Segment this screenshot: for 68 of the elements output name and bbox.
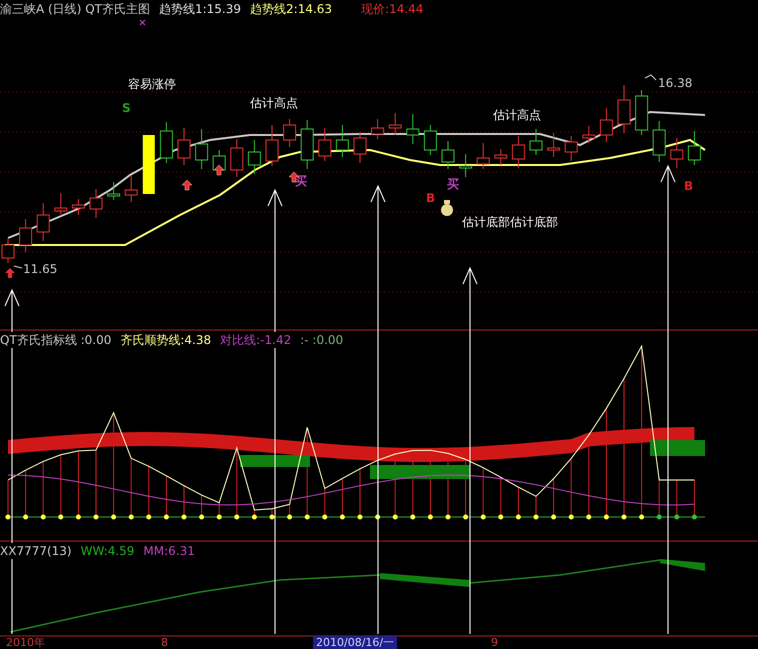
time-axis-label: 8 bbox=[160, 636, 169, 649]
candlestick bbox=[107, 182, 120, 200]
up-arrow-icon bbox=[182, 180, 192, 190]
legend-label: 趋势线2:14.63 bbox=[250, 1, 332, 17]
legend-label: 渝三峡A (日线) QT齐氏主图 bbox=[0, 1, 150, 17]
candlestick bbox=[582, 126, 596, 144]
signal-label: B bbox=[684, 179, 694, 193]
annotation-label: 容易涨停 bbox=[128, 77, 176, 91]
leader-line bbox=[644, 74, 656, 80]
candlestick bbox=[142, 135, 155, 194]
candlestick bbox=[354, 132, 366, 164]
candlestick bbox=[2, 238, 14, 264]
candlestick bbox=[371, 118, 384, 140]
annotation-label: 估计高点 bbox=[250, 96, 298, 110]
candlestick bbox=[618, 84, 630, 134]
annotation-label: 估计高点 bbox=[493, 108, 541, 122]
candlestick bbox=[195, 128, 208, 170]
legend-label: 对比线:-1.42 bbox=[220, 332, 292, 348]
candlestick bbox=[442, 140, 454, 170]
high-price-label: 16.38 bbox=[658, 76, 692, 90]
time-axis-label: 9 bbox=[490, 636, 499, 649]
candlestick bbox=[424, 124, 437, 156]
candlestick bbox=[388, 112, 402, 136]
candlestick bbox=[230, 138, 244, 178]
signal-label: S bbox=[122, 101, 131, 115]
candlestick bbox=[512, 136, 525, 168]
candlestick bbox=[36, 202, 50, 242]
legend-label: 齐氏顺势线:4.38 bbox=[120, 332, 212, 348]
candlestick bbox=[318, 128, 332, 162]
candlestick bbox=[160, 122, 173, 164]
time-axis-label: 2010年 bbox=[5, 636, 46, 649]
candlestick bbox=[635, 90, 648, 136]
candlestick bbox=[266, 124, 278, 166]
candlestick bbox=[300, 120, 314, 170]
candlestick bbox=[178, 128, 190, 166]
candlestick bbox=[72, 198, 85, 216]
low-price-label: 11.65 bbox=[23, 262, 58, 276]
signal-label: 买 bbox=[447, 177, 459, 191]
candlestick bbox=[459, 154, 472, 178]
candlestick bbox=[670, 138, 684, 168]
date-cursor-label: 2010/08/16/一 bbox=[313, 636, 398, 649]
candlestick bbox=[494, 148, 508, 166]
candlestick bbox=[124, 174, 138, 202]
annotation-label: 估计底部估计底部 bbox=[462, 215, 558, 229]
candlestick bbox=[248, 140, 261, 174]
cross-mark-icon bbox=[140, 20, 146, 26]
legend-label: 现价:14.44 bbox=[361, 1, 424, 17]
candlestick bbox=[530, 128, 542, 156]
candlestick bbox=[336, 124, 349, 158]
candlestick bbox=[688, 130, 701, 166]
up-arrow-icon bbox=[5, 268, 15, 278]
legend-label: XX7777(13) bbox=[0, 543, 72, 559]
candlestick bbox=[54, 192, 68, 216]
leader-line bbox=[14, 266, 22, 268]
candlestick bbox=[406, 114, 420, 144]
candlestick bbox=[564, 136, 578, 162]
legend-label: QT齐氏指标线 :0.00 bbox=[0, 332, 112, 348]
candlestick bbox=[547, 132, 560, 158]
candlestick bbox=[283, 118, 296, 148]
money-bag-icon bbox=[441, 200, 453, 216]
candlestick bbox=[652, 120, 666, 162]
candlestick bbox=[90, 188, 102, 218]
up-arrow-icon bbox=[214, 164, 224, 176]
candlestick bbox=[19, 218, 32, 252]
candlestick bbox=[600, 108, 613, 142]
signal-label: B bbox=[426, 191, 436, 205]
legend-label: 趋势线1:15.39 bbox=[158, 1, 242, 17]
candlestick bbox=[476, 142, 490, 170]
